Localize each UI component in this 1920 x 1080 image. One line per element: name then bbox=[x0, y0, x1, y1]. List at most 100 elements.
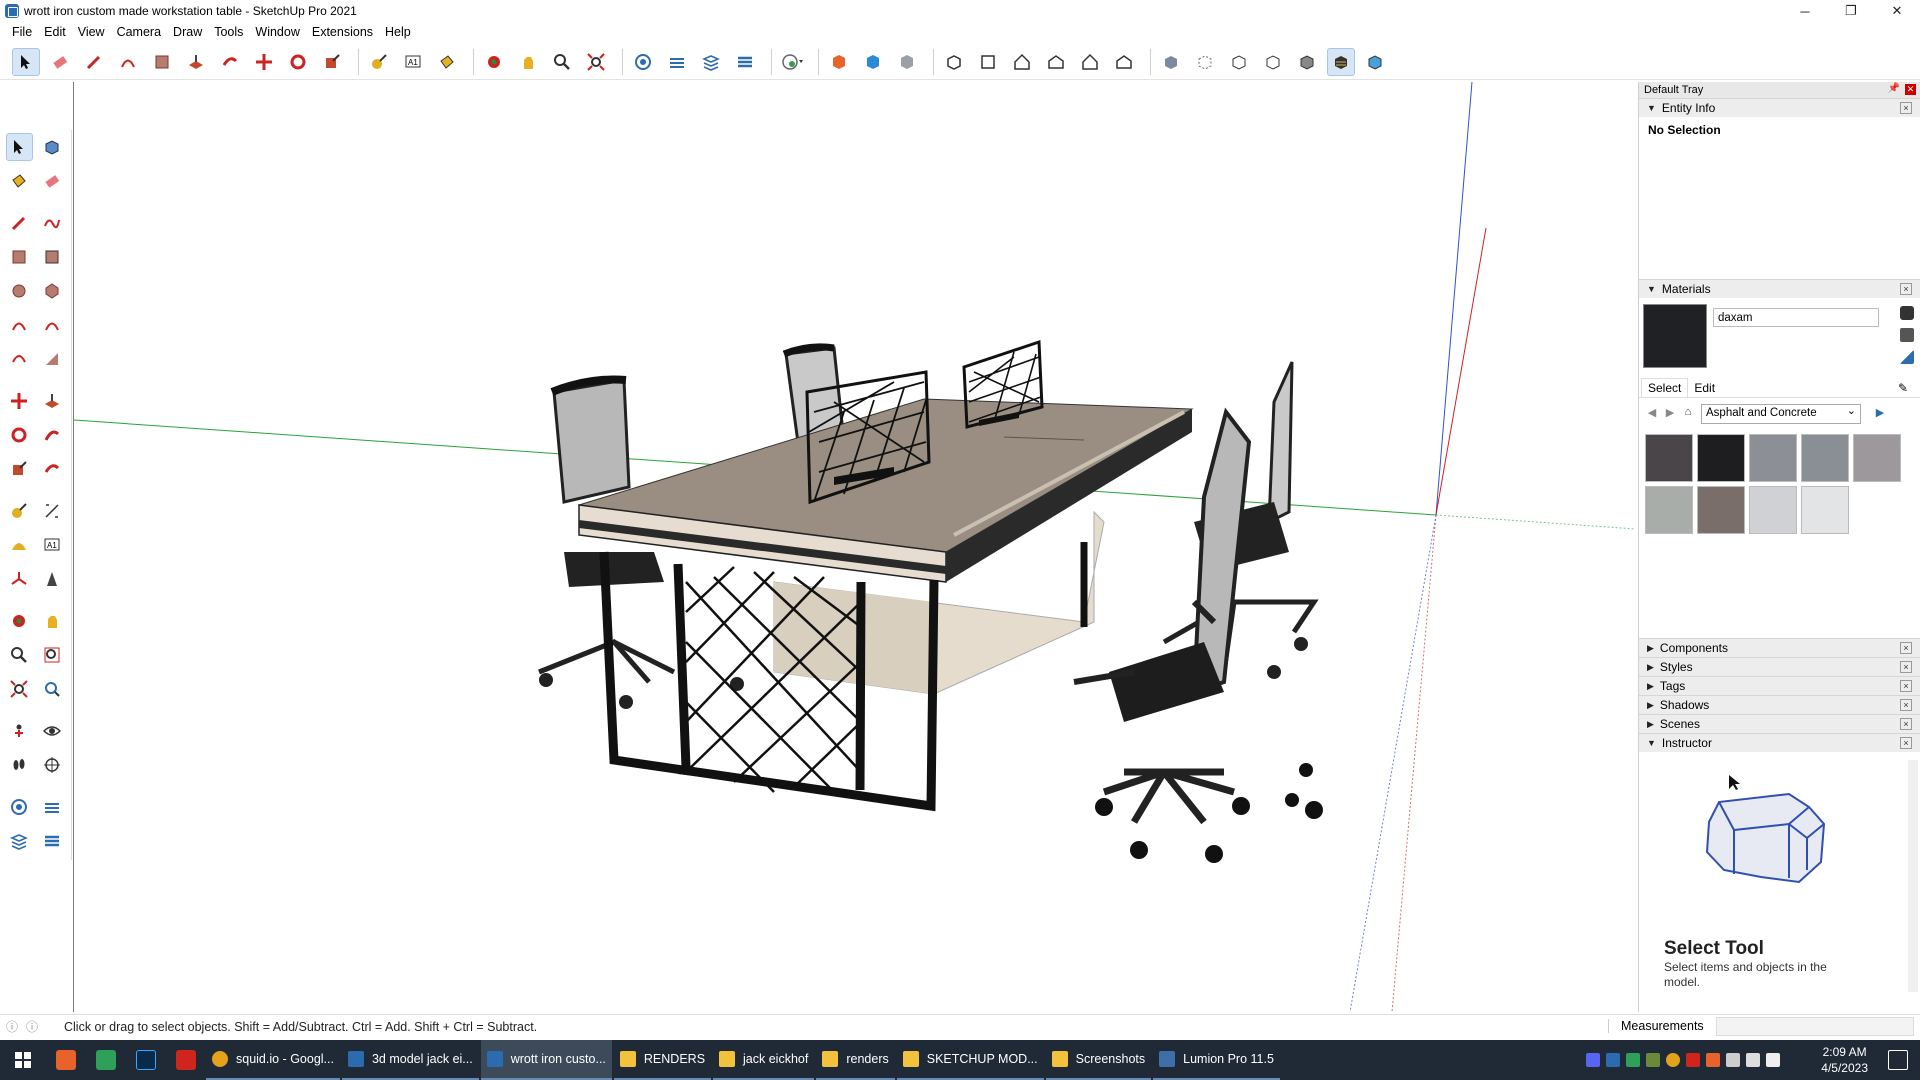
left-position-camera-button[interactable] bbox=[6, 717, 33, 745]
left-rotated-rectangle-button[interactable] bbox=[39, 243, 66, 271]
xray-button[interactable] bbox=[1157, 48, 1185, 76]
left-pan-button[interactable] bbox=[39, 607, 66, 635]
left-tape-button[interactable] bbox=[6, 497, 33, 525]
line-tool-button[interactable] bbox=[80, 48, 108, 76]
move-tool-button[interactable] bbox=[250, 48, 278, 76]
panel-close-icon[interactable]: × bbox=[1900, 718, 1912, 730]
left-view-button[interactable] bbox=[1110, 48, 1138, 76]
tray-app-icon[interactable] bbox=[1626, 1053, 1640, 1067]
pinned-app-green[interactable] bbox=[86, 1040, 126, 1080]
scale-tool-button[interactable] bbox=[318, 48, 346, 76]
material-library-select[interactable]: Asphalt and Concrete bbox=[1701, 404, 1861, 424]
top-view-button[interactable] bbox=[974, 48, 1002, 76]
menu-view[interactable]: View bbox=[72, 25, 111, 39]
tape-measure-button[interactable] bbox=[365, 48, 393, 76]
left-offset-button[interactable] bbox=[39, 455, 66, 483]
menu-draw[interactable]: Draw bbox=[167, 25, 208, 39]
material-swatch[interactable] bbox=[1853, 434, 1901, 482]
left-walk-button[interactable] bbox=[6, 751, 33, 779]
panel-close-icon[interactable]: × bbox=[1900, 680, 1912, 692]
left-section-plane-button[interactable] bbox=[39, 751, 66, 779]
materials-header[interactable]: ▼ Materials × bbox=[1639, 279, 1920, 298]
discord-icon[interactable] bbox=[1586, 1053, 1600, 1067]
pinned-app-orange[interactable] bbox=[46, 1040, 86, 1080]
pin-icon[interactable]: 📌 bbox=[1888, 83, 1900, 94]
3d-warehouse-blue-button[interactable] bbox=[859, 48, 887, 76]
shadows-header[interactable]: ▶ Shadows × bbox=[1639, 695, 1920, 714]
front-view-button[interactable] bbox=[1008, 48, 1036, 76]
pinned-photoshop[interactable] bbox=[126, 1040, 166, 1080]
left-scale-button[interactable] bbox=[6, 455, 33, 483]
tray-app-icon[interactable] bbox=[1606, 1053, 1620, 1067]
monochrome-button[interactable] bbox=[1361, 48, 1389, 76]
material-swatch[interactable] bbox=[1801, 434, 1849, 482]
forward-arrow-icon[interactable]: ▶ bbox=[1661, 406, 1679, 422]
taskbar-item-chrome[interactable]: squid.io - Googl... bbox=[206, 1040, 340, 1080]
back-edges-button[interactable] bbox=[1191, 48, 1219, 76]
hidden-line-button[interactable] bbox=[1259, 48, 1287, 76]
wireframe-button[interactable] bbox=[1225, 48, 1253, 76]
material-swatch[interactable] bbox=[1645, 486, 1693, 534]
rectangle-tool-button[interactable] bbox=[148, 48, 176, 76]
left-dimension-button[interactable] bbox=[39, 497, 66, 525]
home-icon[interactable]: ⌂ bbox=[1679, 406, 1697, 422]
left-line-button[interactable] bbox=[6, 209, 33, 237]
battery-icon[interactable] bbox=[1726, 1053, 1740, 1067]
panel-close-icon[interactable]: × bbox=[1900, 283, 1912, 295]
menu-extensions[interactable]: Extensions bbox=[306, 25, 379, 39]
taskbar-item-folder-renders[interactable]: renders bbox=[816, 1040, 895, 1080]
left-orbit-button[interactable] bbox=[6, 607, 33, 635]
tray-app-icon[interactable] bbox=[1646, 1053, 1660, 1067]
left-rotate-button[interactable] bbox=[6, 421, 33, 449]
material-name-input[interactable] bbox=[1713, 308, 1879, 327]
left-pie-button[interactable] bbox=[39, 345, 66, 373]
left-3dtext-button[interactable] bbox=[39, 565, 66, 593]
left-polygon-button[interactable] bbox=[39, 277, 66, 305]
create-material-icon[interactable] bbox=[1900, 328, 1914, 342]
chrome-tray-icon[interactable] bbox=[1666, 1053, 1680, 1067]
modeling-viewport[interactable] bbox=[73, 82, 1635, 1012]
3d-warehouse-red-button[interactable] bbox=[825, 48, 853, 76]
rotate-tool-button[interactable] bbox=[284, 48, 312, 76]
left-move-button[interactable] bbox=[6, 387, 33, 415]
menu-help[interactable]: Help bbox=[379, 25, 417, 39]
geo-location-icon[interactable]: ⓘ bbox=[6, 1018, 18, 1035]
volume-icon[interactable] bbox=[1766, 1053, 1780, 1067]
taskbar-item-folder-renders-caps[interactable]: RENDERS bbox=[613, 1040, 712, 1080]
eyedropper-icon[interactable]: ✎ bbox=[1892, 379, 1914, 397]
tags-header[interactable]: ▶ Tags × bbox=[1639, 676, 1920, 695]
pushpull-tool-button[interactable] bbox=[182, 48, 210, 76]
tab-edit[interactable]: Edit bbox=[1688, 379, 1721, 397]
current-material-swatch[interactable] bbox=[1643, 304, 1707, 368]
shaded-textures-button[interactable] bbox=[1327, 47, 1355, 76]
material-swatch[interactable] bbox=[1645, 434, 1693, 482]
left-3pt-arc-button[interactable] bbox=[6, 345, 33, 373]
styles-header[interactable]: ▶ Styles × bbox=[1639, 657, 1920, 676]
components-header[interactable]: ▶ Components × bbox=[1639, 638, 1920, 657]
left-make-component-button[interactable] bbox=[39, 133, 65, 161]
notification-center-icon[interactable] bbox=[1888, 1050, 1908, 1070]
layout-button[interactable] bbox=[697, 48, 725, 76]
orbit-button[interactable] bbox=[480, 48, 508, 76]
measurements-input[interactable] bbox=[1716, 1017, 1914, 1036]
left-layout-button[interactable] bbox=[6, 827, 33, 855]
left-zoom-extents-button[interactable] bbox=[6, 675, 33, 703]
menu-edit[interactable]: Edit bbox=[38, 25, 72, 39]
left-pushpull-button[interactable] bbox=[39, 387, 66, 415]
panel-close-icon[interactable]: × bbox=[1900, 699, 1912, 711]
warehouse-button[interactable] bbox=[629, 48, 657, 76]
network-icon[interactable] bbox=[1746, 1053, 1760, 1067]
taskbar-item-sketchup-1[interactable]: 3d model jack ei... bbox=[341, 1040, 479, 1080]
back-arrow-icon[interactable]: ◀ bbox=[1643, 406, 1661, 422]
extension-manager-button[interactable] bbox=[731, 48, 759, 76]
lock-icon[interactable] bbox=[1900, 306, 1914, 320]
taskbar-item-folder-screenshots[interactable]: Screenshots bbox=[1045, 1040, 1152, 1080]
material-swatch[interactable] bbox=[1749, 434, 1797, 482]
tab-select[interactable]: Select bbox=[1641, 378, 1689, 397]
scenes-header[interactable]: ▶ Scenes × bbox=[1639, 714, 1920, 733]
zoom-extents-button[interactable] bbox=[582, 48, 610, 76]
left-ext-warehouse-button[interactable] bbox=[39, 793, 66, 821]
arc-tool-button[interactable] bbox=[114, 48, 142, 76]
maximize-button[interactable]: ❐ bbox=[1828, 0, 1874, 22]
left-zoom-window-button[interactable] bbox=[39, 641, 66, 669]
